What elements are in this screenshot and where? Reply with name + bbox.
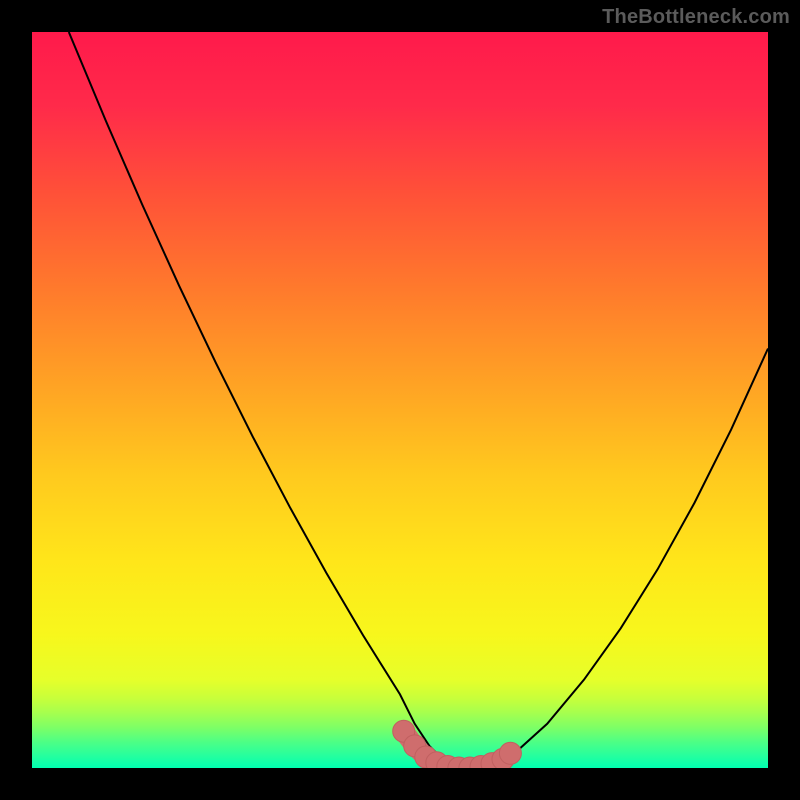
outer-frame: TheBottleneck.com [0, 0, 800, 800]
bottleneck-chart [32, 32, 768, 768]
plot-area [32, 32, 768, 768]
watermark-text: TheBottleneck.com [602, 6, 790, 29]
optimal-marker [499, 742, 521, 764]
gradient-background [32, 32, 768, 768]
